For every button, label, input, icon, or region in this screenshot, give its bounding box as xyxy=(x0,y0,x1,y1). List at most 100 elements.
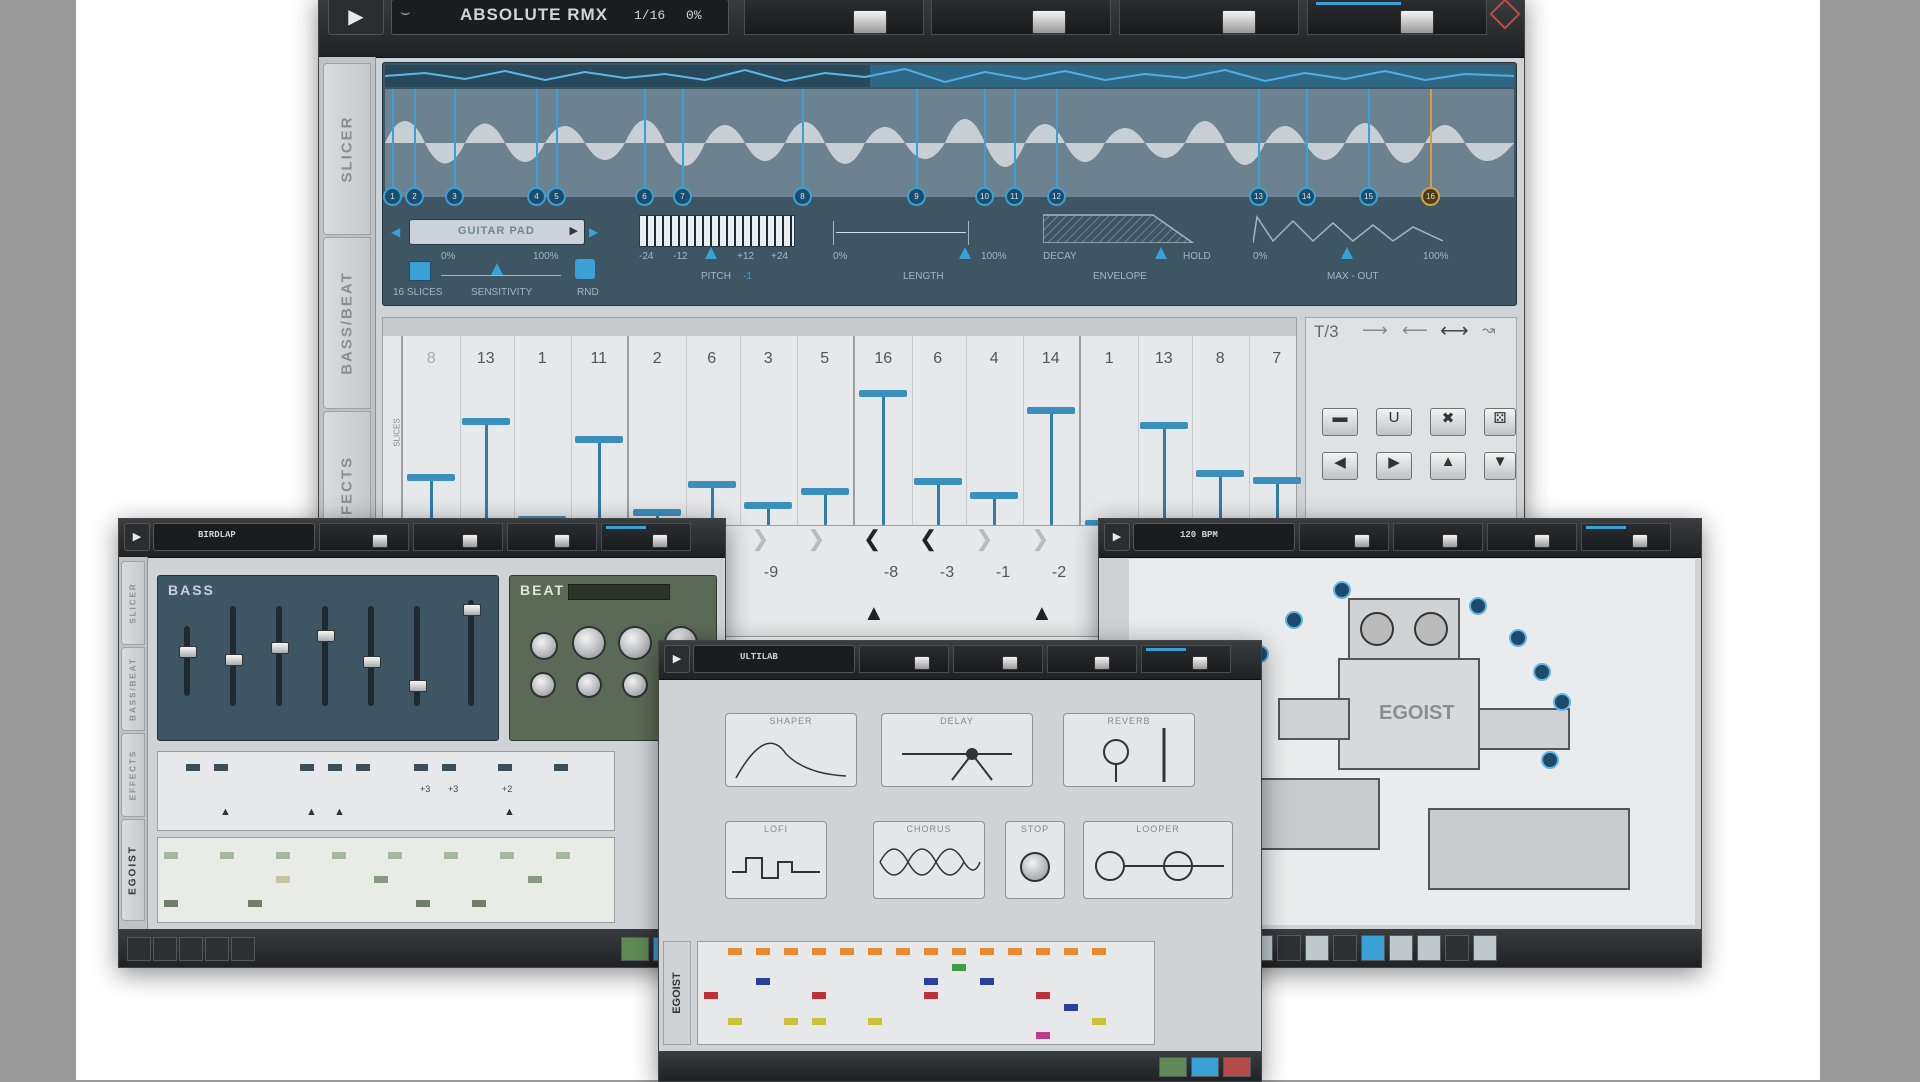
center-note-20[interactable] xyxy=(812,992,826,999)
undo-button[interactable]: U xyxy=(1376,408,1412,436)
seq-step-1[interactable]: 8 xyxy=(401,336,461,535)
left-tab-egoist[interactable]: EGOIST xyxy=(121,819,145,921)
shift-down-button[interactable]: ▼ xyxy=(1484,452,1516,480)
seq-step-10[interactable]: 6 xyxy=(910,336,967,535)
fx-chorus[interactable]: CHORUS xyxy=(873,821,985,899)
seq-step-2[interactable]: 13 xyxy=(458,336,515,535)
center-macro-fader-1[interactable] xyxy=(914,656,930,670)
center-note-12[interactable] xyxy=(1036,948,1050,955)
pitch-chevron-3[interactable]: ❮ xyxy=(863,526,881,552)
slice-marker-8[interactable]: 8 xyxy=(793,89,813,207)
center-note-24[interactable] xyxy=(728,1018,742,1025)
length-handle[interactable] xyxy=(959,247,971,259)
left-note-2[interactable] xyxy=(214,764,228,771)
center-red-button[interactable] xyxy=(1223,1057,1251,1077)
center-note-16[interactable] xyxy=(924,978,938,985)
center-note-2[interactable] xyxy=(756,948,770,955)
seq-step-15[interactable]: 8 xyxy=(1192,336,1250,535)
callout-8[interactable] xyxy=(1533,663,1551,681)
play-button[interactable]: ▶ xyxy=(328,0,384,35)
maxout-display[interactable] xyxy=(1252,213,1444,244)
beat-note-15[interactable] xyxy=(472,900,486,907)
center-note-3[interactable] xyxy=(784,948,798,955)
right-play-button[interactable]: ▶ xyxy=(1104,523,1130,551)
right-macro-fader-2[interactable] xyxy=(1442,534,1458,548)
center-green-button[interactable] xyxy=(1159,1057,1187,1077)
slice-marker-15[interactable]: 15 xyxy=(1359,89,1379,207)
slice-marker-6[interactable]: 6 xyxy=(635,89,655,207)
seq-step-5[interactable]: 2 xyxy=(627,336,687,535)
prev-sample-icon[interactable]: ◀ xyxy=(391,225,400,239)
beat-note-8[interactable] xyxy=(556,852,570,859)
arrow-both-icon[interactable]: ⟷ xyxy=(1440,318,1469,343)
seq-level-handle[interactable] xyxy=(633,509,682,516)
envelope-handle[interactable] xyxy=(1155,247,1167,259)
pitch-chevron-6[interactable]: ❯ xyxy=(1031,526,1049,552)
center-blue-button[interactable] xyxy=(1191,1057,1219,1077)
slice-marker-11[interactable]: 11 xyxy=(1005,89,1025,207)
seq-step-14[interactable]: 13 xyxy=(1136,336,1193,535)
right-macro-fader-3[interactable] xyxy=(1534,534,1550,548)
left-note-7[interactable] xyxy=(442,764,456,771)
seq-step-9[interactable]: 16 xyxy=(853,336,913,535)
shift-up-button[interactable]: ▲ xyxy=(1430,452,1466,480)
beat-note-6[interactable] xyxy=(444,852,458,859)
beat-note-14[interactable] xyxy=(416,900,430,907)
center-note-17[interactable] xyxy=(980,978,994,985)
seq-level-handle[interactable] xyxy=(800,488,849,495)
fx-shaper[interactable]: SHAPER xyxy=(725,713,857,787)
left-accent-icon-1[interactable]: ▲ xyxy=(220,806,231,818)
sensitivity-slider[interactable] xyxy=(441,263,561,276)
seq-step-16[interactable]: 7 xyxy=(1249,336,1306,535)
fx-reverb[interactable]: REVERB xyxy=(1063,713,1195,787)
beat-note-11[interactable] xyxy=(528,876,542,883)
callout-6[interactable] xyxy=(1469,597,1487,615)
center-note-9[interactable] xyxy=(952,948,966,955)
stop-knob[interactable] xyxy=(1020,852,1050,882)
seq-level-handle[interactable] xyxy=(407,474,456,481)
seq-level-handle[interactable] xyxy=(1139,422,1188,430)
fx-looper[interactable]: LOOPER xyxy=(1083,821,1233,899)
slice-marker-1[interactable]: 1 xyxy=(383,89,403,207)
waveform-overview[interactable] xyxy=(384,65,1515,87)
slice-marker-14[interactable]: 14 xyxy=(1297,89,1317,207)
center-note-6[interactable] xyxy=(868,948,882,955)
center-note-22[interactable] xyxy=(1036,992,1050,999)
slice-marker-10[interactable]: 10 xyxy=(975,89,995,207)
seq-step-7[interactable]: 3 xyxy=(740,336,798,535)
right-pad-7[interactable] xyxy=(1417,935,1441,961)
left-pattern-5[interactable] xyxy=(231,937,255,961)
beat-note-1[interactable] xyxy=(164,852,178,859)
center-note-23[interactable] xyxy=(1064,1004,1078,1011)
left-note-4[interactable] xyxy=(328,764,342,771)
right-pad-2[interactable] xyxy=(1277,935,1301,961)
slice-marker-5[interactable]: 5 xyxy=(547,89,567,207)
center-macro-fader-4[interactable] xyxy=(1192,656,1208,670)
center-note-27[interactable] xyxy=(868,1018,882,1025)
center-note-5[interactable] xyxy=(840,948,854,955)
right-pad-8[interactable] xyxy=(1445,935,1469,961)
seq-level-handle[interactable] xyxy=(1252,476,1301,484)
slice-marker-2[interactable]: 2 xyxy=(405,89,425,207)
center-note-8[interactable] xyxy=(924,948,938,955)
left-note-9[interactable] xyxy=(554,764,568,771)
beat-note-4[interactable] xyxy=(332,852,346,859)
center-note-10[interactable] xyxy=(980,948,994,955)
beat-note-7[interactable] xyxy=(500,852,514,859)
center-note-26[interactable] xyxy=(812,1018,826,1025)
left-pattern-4[interactable] xyxy=(205,937,229,961)
right-macro-fader-4[interactable] xyxy=(1632,534,1648,548)
seq-level-handle[interactable] xyxy=(913,478,962,486)
slice-marker-4[interactable]: 4 xyxy=(527,89,547,207)
left-tab-bass-beat[interactable]: BASS/BEAT xyxy=(121,647,145,731)
center-seq-grid[interactable] xyxy=(697,941,1155,1045)
rnd-dice-icon[interactable] xyxy=(575,259,595,279)
center-note-28[interactable] xyxy=(1092,1018,1106,1025)
beat-knob-6[interactable] xyxy=(576,672,602,698)
center-macro-fader-3[interactable] xyxy=(1094,656,1110,670)
beat-note-12[interactable] xyxy=(164,900,178,907)
pitch-chevron-4[interactable]: ❮ xyxy=(919,526,937,552)
seq-level-handle[interactable] xyxy=(744,502,793,509)
left-macro-fader-3[interactable] xyxy=(554,534,570,548)
left-tab-slicer[interactable]: SLICER xyxy=(121,561,145,645)
